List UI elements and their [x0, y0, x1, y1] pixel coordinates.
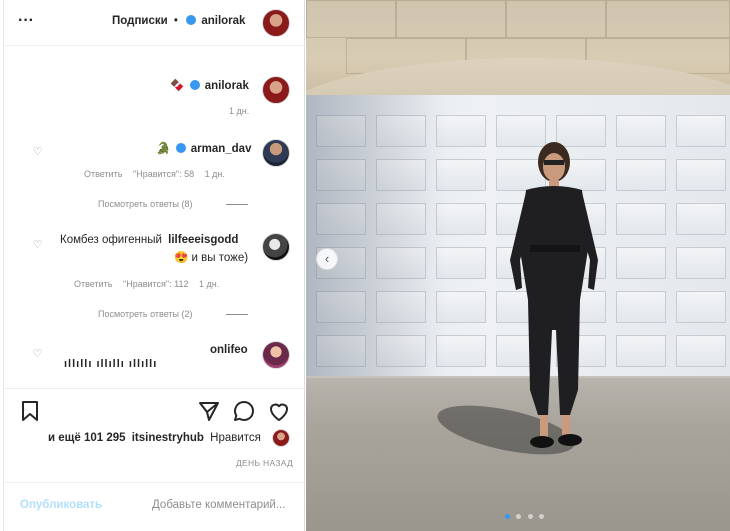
carousel-dot — [505, 514, 510, 519]
divider-line — [226, 204, 248, 205]
divider-line — [226, 314, 248, 315]
comment-avatar[interactable] — [262, 341, 290, 369]
comment-icon[interactable] — [232, 399, 256, 423]
liked-by-avatar[interactable] — [272, 429, 290, 447]
wall-shadow — [306, 95, 446, 380]
comment-likes[interactable]: "Нравится": 112 — [123, 279, 188, 289]
caption-avatar[interactable] — [262, 76, 290, 104]
comments-panel: ··· Подписки • anilorak 🍫 anilorak 1 дн.… — [3, 0, 306, 531]
comment-like-heart-icon[interactable]: ♡ — [32, 349, 43, 360]
previous-photo-button[interactable]: ‹ — [316, 248, 338, 270]
comment-meta: Ответить "Нравится": 58 1 дн. — [84, 169, 225, 179]
comment-emoji: 🐊 — [156, 143, 171, 155]
follow-link[interactable]: Подписки — [112, 15, 168, 27]
more-options-icon[interactable]: ··· — [18, 12, 34, 30]
add-comment-bar: Опубликовать Добавьте комментарий... — [4, 482, 306, 522]
liked-by-count[interactable]: и ещё 101 295 — [48, 432, 126, 444]
liked-by-prefix: Нравится — [210, 432, 261, 444]
view-replies-link[interactable]: Посмотреть ответы (2) — [98, 309, 193, 319]
header-separator: • — [173, 15, 178, 27]
post-header: ··· Подписки • anilorak — [4, 0, 306, 46]
header-username[interactable]: anilorak — [201, 15, 245, 27]
caption-username[interactable]: anilorak — [205, 80, 249, 92]
comment-line1: Комбез офигенный lilfeeeisgodd — [60, 234, 238, 246]
comment-like-heart-icon[interactable]: ♡ — [32, 240, 43, 251]
post-timestamp: ДЕНЬ НАЗАД — [236, 458, 294, 468]
caption-line: 🍫 anilorak — [170, 78, 249, 92]
post-photo[interactable]: ‹ — [306, 0, 730, 531]
author-avatar[interactable] — [262, 9, 290, 37]
publish-button[interactable]: Опубликовать — [20, 499, 102, 511]
comment-username[interactable]: lilfeeeisgodd — [168, 234, 238, 246]
carousel-indicator — [504, 506, 545, 519]
view-replies-link[interactable]: Посмотреть ответы (8) — [98, 199, 193, 209]
caption-emoji: 🍫 — [170, 80, 185, 92]
post-actions: и ещё 101 295 itsinestryhub Нравится ДЕН… — [4, 388, 306, 488]
comment-text-2: и вы тоже) — [191, 252, 249, 264]
liked-by-user[interactable]: itsinestryhub — [132, 432, 204, 444]
comment-line2: 😍 и вы тоже) — [174, 250, 248, 264]
share-icon[interactable] — [197, 399, 221, 423]
comment-username[interactable]: arman_dav — [191, 143, 252, 155]
verified-badge-icon — [186, 15, 197, 25]
comment-avatar[interactable] — [262, 139, 290, 167]
liked-by-line: и ещё 101 295 itsinestryhub Нравится — [48, 432, 261, 444]
verified-badge-icon — [189, 80, 200, 90]
comment-time: 1 дн. — [198, 279, 220, 289]
comment-username[interactable]: onlifeo — [210, 344, 248, 356]
comment-header: 🐊 arman_dav — [156, 141, 251, 155]
comment-text: ıllıllı ıllıllı ıllıllı — [64, 358, 158, 370]
comment-input[interactable]: Добавьте комментарий... — [152, 499, 285, 511]
like-heart-icon[interactable] — [267, 399, 291, 423]
comment-text: Комбез офигенный — [60, 234, 162, 246]
reply-link[interactable]: Ответить — [74, 279, 112, 289]
comment-emoji: 😍 — [174, 252, 189, 264]
carousel-dot — [527, 514, 533, 519]
comment-avatar[interactable] — [262, 233, 290, 261]
caption-time: 1 дн. — [229, 106, 250, 116]
woman-in-black-jumpsuit — [510, 142, 598, 448]
reply-link[interactable]: Ответить — [84, 169, 122, 179]
bookmark-icon[interactable] — [18, 399, 42, 423]
header-title: Подписки • anilorak — [112, 15, 245, 27]
comment-likes[interactable]: "Нравится": 58 — [133, 169, 194, 179]
verified-badge-icon — [175, 143, 186, 153]
instagram-post-view: ··· Подписки • anilorak 🍫 anilorak 1 дн.… — [0, 0, 730, 531]
comment-time: 1 дн. — [204, 169, 225, 179]
comment-meta: Ответить "Нравится": 112 1 дн. — [74, 279, 219, 289]
comment-like-heart-icon[interactable]: ♡ — [32, 147, 43, 158]
